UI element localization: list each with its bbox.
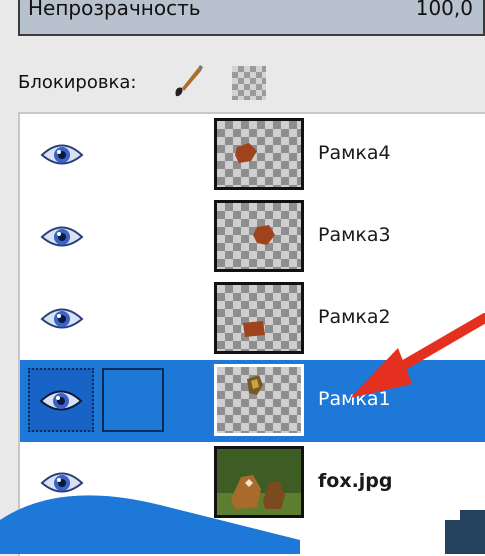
eye-icon[interactable] xyxy=(40,140,84,170)
layer-name[interactable]: Рамка1 xyxy=(318,388,391,410)
layer-thumbnail xyxy=(214,364,304,436)
layer-thumbnail xyxy=(214,200,304,272)
layer-name[interactable]: Рамка3 xyxy=(318,224,391,246)
layer-name[interactable]: Рамка2 xyxy=(318,306,391,328)
chain-toggle[interactable] xyxy=(102,368,164,432)
lock-label: Блокировка: xyxy=(18,72,137,93)
layer-row[interactable]: fox.jpg xyxy=(20,442,485,524)
layer-thumbnail xyxy=(214,118,304,190)
eye-icon[interactable] xyxy=(40,468,84,498)
opacity-label: Непрозрачность xyxy=(28,0,201,20)
layer-row[interactable]: Рамка4 xyxy=(20,114,485,196)
layer-row[interactable]: Рамка2 xyxy=(20,278,485,360)
layer-thumbnail xyxy=(214,282,304,354)
eye-icon[interactable] xyxy=(40,222,84,252)
layer-name[interactable]: fox.jpg xyxy=(318,470,393,492)
layer-row[interactable]: Рамка3 xyxy=(20,196,485,278)
layer-row-selected[interactable]: Рамка1 xyxy=(20,360,485,442)
eye-icon[interactable] xyxy=(39,386,83,416)
paintbrush-icon[interactable] xyxy=(170,64,204,100)
opacity-value: 100,0 xyxy=(415,0,473,20)
layers-list: Рамка4 Рамка3 Рамка2 Рамка1 fox.jpg xyxy=(18,112,485,556)
layer-name[interactable]: Рамка4 xyxy=(318,142,391,164)
opacity-slider[interactable]: Непрозрачность 100,0 xyxy=(18,0,485,36)
alpha-checker-icon[interactable] xyxy=(232,66,266,100)
eye-icon[interactable] xyxy=(40,304,84,334)
lock-row: Блокировка: xyxy=(18,62,478,102)
visibility-toggle[interactable] xyxy=(28,368,94,432)
layer-thumbnail xyxy=(214,446,304,518)
